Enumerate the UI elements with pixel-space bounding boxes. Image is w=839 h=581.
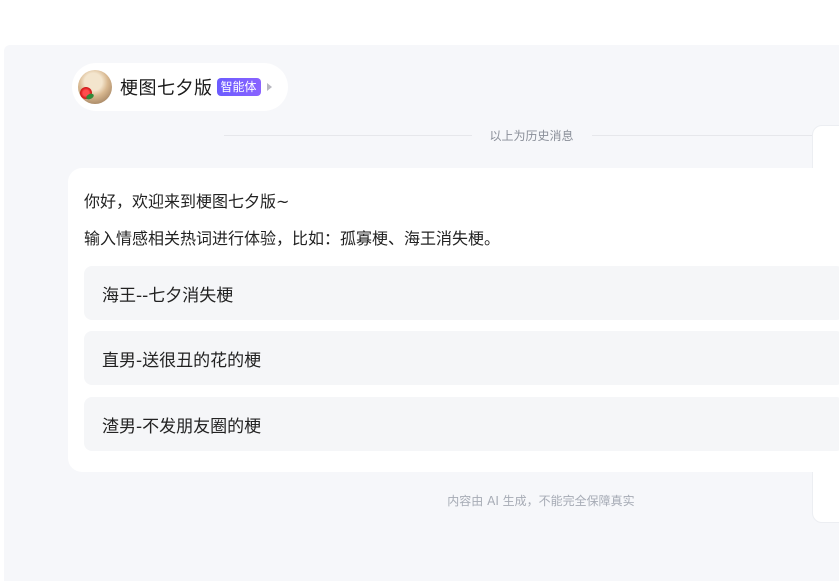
agent-name: 梗图七夕版: [120, 78, 213, 99]
divider-line-right: [591, 134, 839, 136]
instruction-text: 输入情感相关热词进行体验，比如：孤寡梗、海王消失梗。: [84, 229, 501, 248]
ai-disclaimer: 内容由 AI 生成，不能完全保障真实: [447, 494, 635, 508]
chat-page: 梗图七夕版 智能体 以上为历史消息 你好，欢迎来到梗图七夕版~ 输入情感相关热词…: [4, 45, 839, 581]
agent-avatar: [78, 70, 112, 104]
assistant-message-card: 你好，欢迎来到梗图七夕版~ 输入情感相关热词进行体验，比如：孤寡梗、海王消失梗。…: [68, 168, 839, 472]
chevron-right-icon[interactable]: [266, 83, 272, 91]
history-divider: 以上为历史消息: [224, 123, 839, 147]
greeting-text: 你好，欢迎来到梗图七夕版~: [84, 192, 290, 211]
suggestion-item[interactable]: 直男-送很丑的花的梗: [84, 331, 839, 385]
divider-line-left: [224, 134, 472, 136]
agent-badge: 智能体: [216, 78, 261, 96]
suggestion-item[interactable]: 海王--七夕消失梗: [84, 266, 839, 320]
suggestion-item[interactable]: 渣男-不发朋友圈的梗: [84, 397, 839, 451]
history-divider-label: 以上为历史消息: [489, 128, 574, 143]
agent-header[interactable]: 梗图七夕版 智能体: [72, 63, 288, 111]
